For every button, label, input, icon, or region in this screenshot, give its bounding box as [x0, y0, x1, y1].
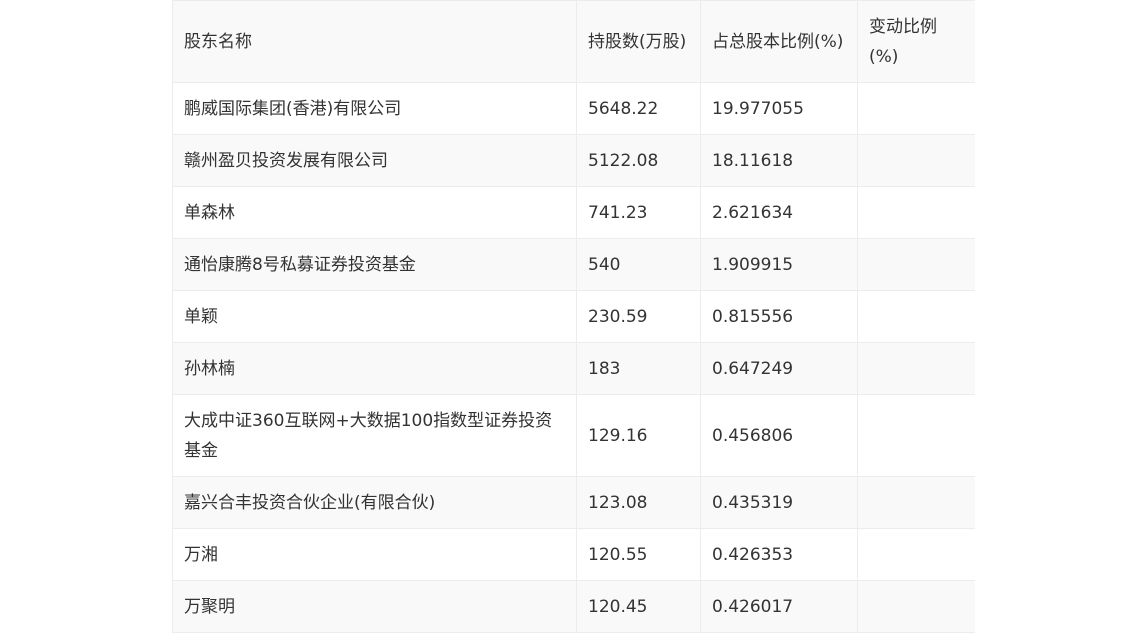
- cell-share-ratio: 19.977055: [700, 82, 858, 135]
- cell-change-ratio: [857, 186, 975, 239]
- cell-change-ratio: [857, 528, 975, 581]
- cell-shareholder-name: 嘉兴合丰投资合伙企业(有限合伙): [172, 476, 577, 529]
- cell-shareholder-name: 万聚明: [172, 580, 577, 633]
- cell-change-ratio: [857, 134, 975, 187]
- cell-share-ratio: 0.426017: [700, 580, 858, 633]
- header-shareholder-name: 股东名称: [172, 0, 577, 83]
- cell-change-ratio: [857, 580, 975, 633]
- cell-share-ratio: 0.435319: [700, 476, 858, 529]
- table-row: 单颖 230.59 0.815556: [172, 290, 975, 343]
- cell-change-ratio: [857, 238, 975, 291]
- cell-shareholder-name: 鹏威国际集团(香港)有限公司: [172, 82, 577, 135]
- table-header-row: 股东名称 持股数(万股) 占总股本比例(%) 变动比例(%): [172, 0, 975, 83]
- cell-share-ratio: 18.11618: [700, 134, 858, 187]
- cell-shares-held: 540: [576, 238, 701, 291]
- table-row: 大成中证360互联网+大数据100指数型证券投资基金 129.16 0.4568…: [172, 394, 975, 477]
- cell-shares-held: 120.45: [576, 580, 701, 633]
- cell-change-ratio: [857, 342, 975, 395]
- shareholder-table-container: 股东名称 持股数(万股) 占总股本比例(%) 变动比例(%) 鹏威国际集团(香港…: [172, 0, 975, 635]
- table-row: 嘉兴合丰投资合伙企业(有限合伙) 123.08 0.435319: [172, 476, 975, 529]
- table-row: 万湘 120.55 0.426353: [172, 528, 975, 581]
- table-row: 万聚明 120.45 0.426017: [172, 580, 975, 633]
- cell-shareholder-name: 大成中证360互联网+大数据100指数型证券投资基金: [172, 394, 577, 477]
- shareholder-table: 股东名称 持股数(万股) 占总股本比例(%) 变动比例(%) 鹏威国际集团(香港…: [172, 0, 975, 633]
- header-share-ratio: 占总股本比例(%): [700, 0, 858, 83]
- table-row: 孙林楠 183 0.647249: [172, 342, 975, 395]
- table-row: 单森林 741.23 2.621634: [172, 186, 975, 239]
- cell-shares-held: 183: [576, 342, 701, 395]
- cell-shares-held: 123.08: [576, 476, 701, 529]
- cell-share-ratio: 1.909915: [700, 238, 858, 291]
- cell-change-ratio: [857, 82, 975, 135]
- cell-shares-held: 120.55: [576, 528, 701, 581]
- cell-shares-held: 230.59: [576, 290, 701, 343]
- cell-shareholder-name: 单森林: [172, 186, 577, 239]
- cell-shareholder-name: 赣州盈贝投资发展有限公司: [172, 134, 577, 187]
- cell-shareholder-name: 孙林楠: [172, 342, 577, 395]
- cell-share-ratio: 2.621634: [700, 186, 858, 239]
- header-change-ratio: 变动比例(%): [857, 0, 975, 83]
- cell-shares-held: 5122.08: [576, 134, 701, 187]
- table-row: 通怡康腾8号私募证券投资基金 540 1.909915: [172, 238, 975, 291]
- cell-share-ratio: 0.815556: [700, 290, 858, 343]
- cell-share-ratio: 0.647249: [700, 342, 858, 395]
- cell-shareholder-name: 通怡康腾8号私募证券投资基金: [172, 238, 577, 291]
- cell-share-ratio: 0.426353: [700, 528, 858, 581]
- cell-change-ratio: [857, 394, 975, 477]
- cell-change-ratio: [857, 476, 975, 529]
- table-row: 鹏威国际集团(香港)有限公司 5648.22 19.977055: [172, 82, 975, 135]
- cell-shares-held: 741.23: [576, 186, 701, 239]
- cell-change-ratio: [857, 290, 975, 343]
- header-shares-held: 持股数(万股): [576, 0, 701, 83]
- cell-shares-held: 5648.22: [576, 82, 701, 135]
- cell-share-ratio: 0.456806: [700, 394, 858, 477]
- cell-shareholder-name: 万湘: [172, 528, 577, 581]
- table-row: 赣州盈贝投资发展有限公司 5122.08 18.11618: [172, 134, 975, 187]
- cell-shareholder-name: 单颖: [172, 290, 577, 343]
- cell-shares-held: 129.16: [576, 394, 701, 477]
